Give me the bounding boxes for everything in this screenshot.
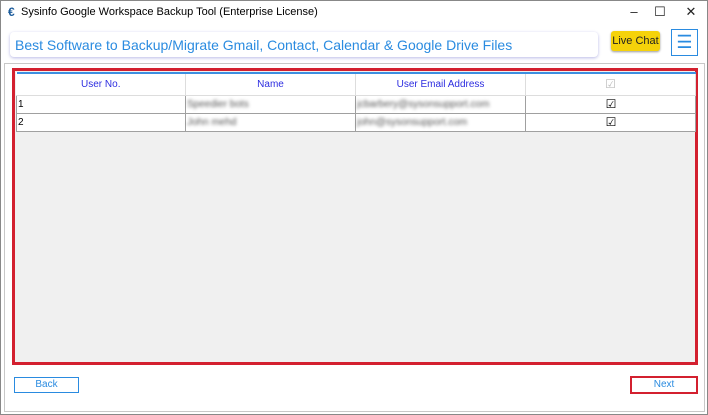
window-title: Sysinfo Google Workspace Backup Tool (En… (21, 6, 318, 18)
app-logo-icon: € (8, 5, 15, 19)
close-button[interactable]: ✕ (676, 3, 706, 21)
live-chat-button[interactable]: Live Chat (611, 31, 660, 51)
table-row: 1 Speedier bots jcbarbery@sysonsupport.c… (16, 94, 696, 114)
header-banner: Best Software to Backup/Migrate Gmail, C… (10, 32, 598, 57)
user-name: John mehd (185, 112, 356, 132)
next-button[interactable]: Next (630, 376, 698, 394)
user-email: jcbarbery@sysonsupport.com (355, 94, 526, 114)
user-no: 2 (16, 112, 186, 132)
user-email: john@sysonsupport.com (355, 112, 526, 132)
table-header: User No. Name User Email Address ☑ (16, 72, 696, 96)
table-row: 2 John mehd john@sysonsupport.com ☑ (16, 112, 696, 132)
col-user-no: User No. (16, 72, 186, 96)
hamburger-menu-icon[interactable]: ☰ (671, 29, 698, 56)
user-no: 1 (16, 94, 186, 114)
maximize-button[interactable]: ☐ (645, 3, 675, 21)
row-checkbox[interactable]: ☑ (525, 112, 696, 132)
row-checkbox[interactable]: ☑ (525, 94, 696, 114)
user-name: Speedier bots (185, 94, 356, 114)
user-table: User No. Name User Email Address ☑ 1 Spe… (16, 72, 696, 132)
title-bar: € Sysinfo Google Workspace Backup Tool (… (1, 1, 708, 23)
col-name: Name (185, 72, 356, 96)
back-button[interactable]: Back (14, 377, 79, 393)
col-email: User Email Address (355, 72, 526, 96)
select-all-checkbox[interactable]: ☑ (525, 72, 696, 96)
